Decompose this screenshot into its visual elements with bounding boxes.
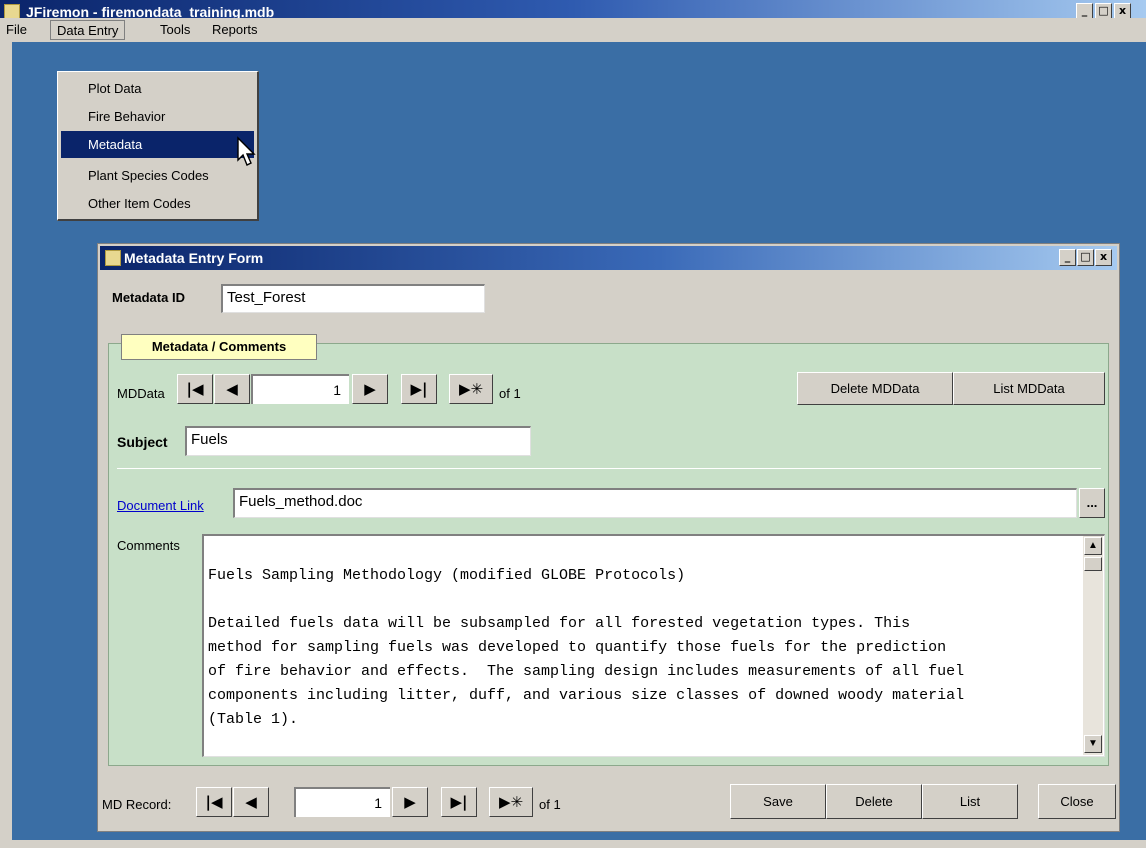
mddata-label: MDData (117, 386, 165, 401)
data-entry-dropdown: Plot Data Fire Behavior Metadata Plant S… (57, 71, 259, 221)
comments-line: components including litter, duff, and v… (208, 687, 965, 704)
md-record-of-count: of 1 (539, 797, 561, 812)
mouse-cursor-icon (237, 136, 256, 166)
mddata-last-button[interactable]: ▶| (401, 374, 437, 404)
delete-mddata-button[interactable]: Delete MDData (797, 372, 953, 405)
form-maximize-button[interactable]: □ (1077, 249, 1094, 266)
comments-textarea[interactable]: Fuels Sampling Methodology (modified GLO… (202, 534, 1105, 757)
subject-input[interactable]: Fuels (185, 426, 531, 456)
menu-data-entry[interactable]: Data Entry (50, 20, 126, 40)
record-number-input[interactable]: 1 (294, 787, 390, 817)
list-mddata-button[interactable]: List MDData (953, 372, 1105, 405)
comments-line: of fire behavior and effects. The sampli… (208, 663, 965, 680)
record-first-button[interactable]: |◀ (196, 787, 232, 817)
mddata-of-count: of 1 (499, 386, 521, 401)
mddata-record-input[interactable]: 1 (251, 374, 349, 404)
close-button[interactable]: Close (1038, 784, 1116, 819)
scroll-thumb[interactable] (1084, 557, 1102, 571)
record-next-button[interactable]: ▶ (392, 787, 428, 817)
menu-reports[interactable]: Reports (206, 20, 264, 40)
tab-metadata-comments[interactable]: Metadata / Comments (121, 334, 317, 360)
menu-tools[interactable]: Tools (154, 20, 196, 40)
menu-file[interactable]: File (0, 20, 33, 40)
list-button[interactable]: List (922, 784, 1018, 819)
record-last-button[interactable]: ▶| (441, 787, 477, 817)
frame-bottom (0, 840, 1146, 848)
comments-line: Detailed fuels data will be subsampled f… (208, 615, 911, 632)
form-title-bar[interactable]: Metadata Entry Form _ □ x (100, 246, 1117, 270)
menu-item-other-item-codes[interactable]: Other Item Codes (61, 190, 254, 217)
main-window: JFiremon - firemondata_training.mdb _ □ … (0, 0, 1146, 848)
browse-button[interactable]: ... (1079, 488, 1105, 518)
metadata-id-label: Metadata ID (112, 290, 185, 305)
record-new-button[interactable]: ▶✳ (489, 787, 533, 817)
form-minimize-button[interactable]: _ (1059, 249, 1076, 266)
frame-left (0, 42, 12, 848)
menu-item-plant-species-codes[interactable]: Plant Species Codes (61, 162, 254, 189)
mddata-new-button[interactable]: ▶✳ (449, 374, 493, 404)
mddata-first-button[interactable]: |◀ (177, 374, 213, 404)
menu-item-plot-data[interactable]: Plot Data (61, 75, 254, 102)
menu-bar: File Data Entry Tools Reports (0, 18, 1146, 42)
form-icon (105, 250, 121, 266)
record-prev-button[interactable]: ◀ (233, 787, 269, 817)
menu-item-metadata[interactable]: Metadata (61, 131, 254, 158)
metadata-panel: Metadata / Comments MDData |◀ ◀ 1 ▶ ▶| ▶… (108, 334, 1109, 766)
form-close-button[interactable]: x (1095, 249, 1112, 266)
scroll-up-icon[interactable]: ▲ (1084, 537, 1102, 555)
save-button[interactable]: Save (730, 784, 826, 819)
subject-label: Subject (117, 434, 168, 450)
panel-divider (117, 468, 1101, 469)
document-link[interactable]: Document Link (117, 498, 204, 513)
mddata-prev-button[interactable]: ◀ (214, 374, 250, 404)
mddata-next-button[interactable]: ▶ (352, 374, 388, 404)
comments-line: (Table 1). (208, 711, 299, 728)
comments-line: method for sampling fuels was developed … (208, 639, 947, 656)
document-link-input[interactable]: Fuels_method.doc (233, 488, 1077, 518)
md-record-label: MD Record: (102, 797, 172, 812)
menu-item-fire-behavior[interactable]: Fire Behavior (61, 103, 254, 130)
comments-line: Fuels Sampling Methodology (modified GLO… (208, 567, 686, 584)
comments-label: Comments (117, 538, 180, 553)
comments-scrollbar[interactable]: ▲ ▼ (1083, 536, 1103, 755)
delete-button[interactable]: Delete (826, 784, 922, 819)
metadata-id-input[interactable]: Test_Forest (221, 284, 485, 313)
metadata-entry-form: Metadata Entry Form _ □ x Metadata ID Te… (97, 243, 1120, 832)
form-title: Metadata Entry Form (124, 250, 264, 266)
scroll-down-icon[interactable]: ▼ (1084, 735, 1102, 753)
